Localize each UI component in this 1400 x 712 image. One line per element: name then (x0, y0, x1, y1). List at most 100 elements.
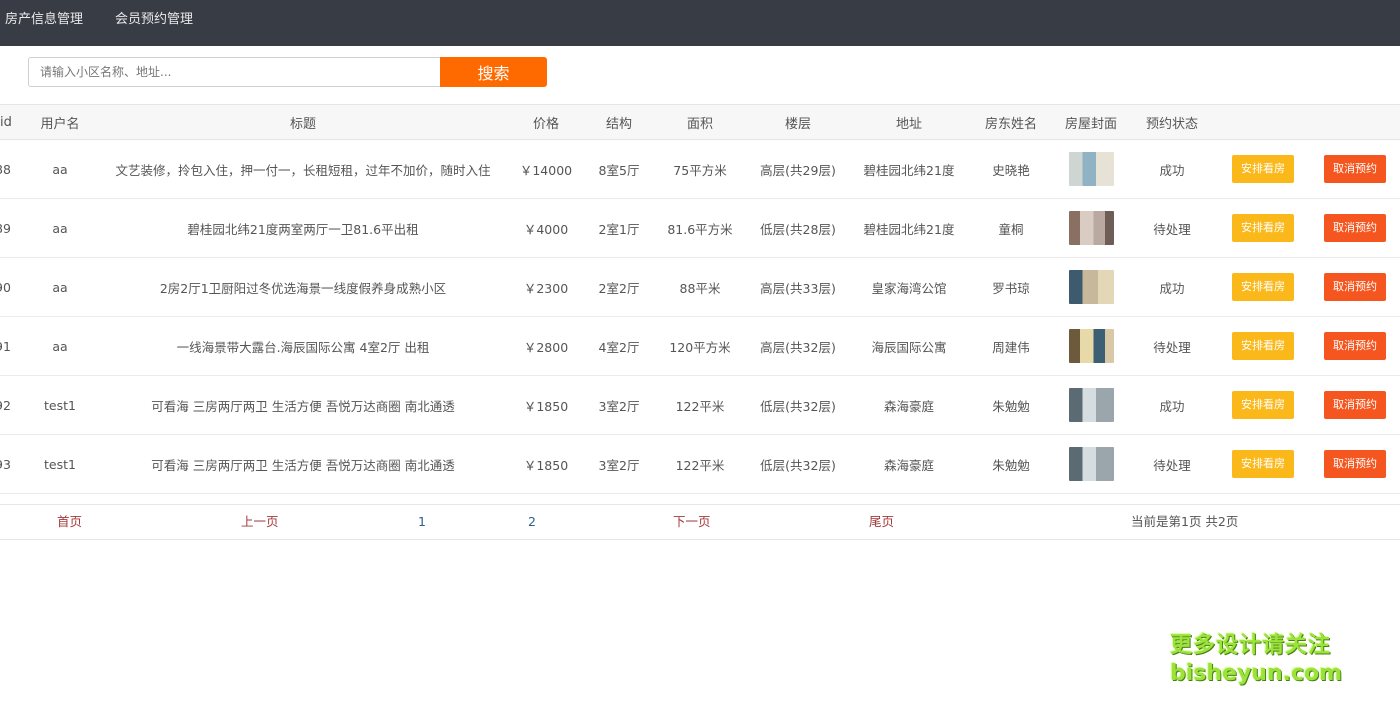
cell-username: aa (22, 198, 98, 258)
cell-price: ￥1850 (508, 434, 584, 494)
cell-title: 碧桂园北纬21度两室两厅一卫81.6平出租 (98, 198, 508, 258)
header-landlord: 房东姓名 (968, 104, 1054, 140)
cell-arrange: 安排看房 (1216, 434, 1310, 494)
arrange-viewing-button[interactable]: 安排看房 (1232, 214, 1294, 242)
cell-address: 森海豪庭 (850, 434, 968, 494)
cell-area: 88平米 (654, 257, 746, 317)
header-username: 用户名 (22, 104, 98, 140)
header-status: 预约状态 (1128, 104, 1216, 140)
header-id: id (0, 104, 22, 140)
cell-cover (1054, 434, 1128, 494)
cancel-booking-button[interactable]: 取消预约 (1324, 273, 1386, 301)
cell-address: 森海豪庭 (850, 375, 968, 435)
cell-floor: 高层(共32层) (746, 316, 850, 376)
arrange-viewing-button[interactable]: 安排看房 (1232, 332, 1294, 360)
pager-info: 当前是第1页 共2页 (1131, 514, 1239, 529)
header-action-arrange (1216, 104, 1310, 140)
table-row: 89 aa 碧桂园北纬21度两室两厅一卫81.6平出租 ￥4000 2室1厅 8… (0, 198, 1400, 258)
cell-cancel: 取消预约 (1310, 434, 1400, 494)
nav-item-property-management[interactable]: 房产信息管理 (5, 0, 83, 46)
cancel-booking-button[interactable]: 取消预约 (1324, 450, 1386, 478)
table-row: 92 test1 可看海 三房两厅两卫 生活方便 吾悦万达商圈 南北通透 ￥18… (0, 375, 1400, 435)
cell-price: ￥1850 (508, 375, 584, 435)
arrange-viewing-button[interactable]: 安排看房 (1232, 273, 1294, 301)
pager-last-link[interactable]: 尾页 (869, 505, 894, 539)
cell-cover (1054, 139, 1128, 199)
house-cover-image (1068, 329, 1114, 363)
cell-floor: 低层(共32层) (746, 434, 850, 494)
cell-cancel: 取消预约 (1310, 139, 1400, 199)
house-cover-image (1068, 388, 1114, 422)
cell-id: 88 (0, 139, 22, 199)
cell-arrange: 安排看房 (1216, 198, 1310, 258)
cell-layout: 3室2厅 (584, 434, 654, 494)
cell-cover (1054, 198, 1128, 258)
pager-page-1-link[interactable]: 1 (418, 505, 426, 539)
cell-layout: 3室2厅 (584, 375, 654, 435)
cell-id: 92 (0, 375, 22, 435)
cell-floor: 低层(共28层) (746, 198, 850, 258)
watermark: 更多设计请关注 bisheyun.com (1170, 632, 1343, 688)
cell-title: 一线海景带大露台.海辰国际公寓 4室2厅 出租 (98, 316, 508, 376)
watermark-line-2: bisheyun.com (1170, 661, 1343, 686)
house-cover-image (1068, 447, 1114, 481)
cancel-booking-button[interactable]: 取消预约 (1324, 332, 1386, 360)
cell-price: ￥14000 (508, 139, 584, 199)
pager-page-2-link[interactable]: 2 (528, 505, 536, 539)
cancel-booking-button[interactable]: 取消预约 (1324, 391, 1386, 419)
cell-title: 2房2厅1卫厨阳过冬优选海景一线度假养身成熟小区 (98, 257, 508, 317)
cell-address: 海辰国际公寓 (850, 316, 968, 376)
pager-first-link[interactable]: 首页 (57, 505, 82, 539)
cell-landlord: 朱勉勉 (968, 434, 1054, 494)
cell-floor: 低层(共32层) (746, 375, 850, 435)
cell-layout: 2室1厅 (584, 198, 654, 258)
cell-username: aa (22, 316, 98, 376)
pager-next-link[interactable]: 下一页 (673, 505, 711, 539)
cell-cover (1054, 375, 1128, 435)
booking-table: id 用户名 标题 价格 结构 面积 楼层 地址 房东姓名 房屋封面 预约状态 … (0, 104, 1400, 494)
cancel-booking-button[interactable]: 取消预约 (1324, 155, 1386, 183)
cell-landlord: 周建伟 (968, 316, 1054, 376)
cell-area: 81.6平方米 (654, 198, 746, 258)
cell-price: ￥4000 (508, 198, 584, 258)
cell-area: 75平方米 (654, 139, 746, 199)
search-input[interactable] (28, 57, 442, 87)
nav-item-member-booking-management[interactable]: 会员预约管理 (115, 0, 193, 46)
pager-prev-link[interactable]: 上一页 (241, 505, 279, 539)
header-title: 标题 (98, 104, 508, 140)
cell-username: aa (22, 139, 98, 199)
house-cover-image (1068, 152, 1114, 186)
cell-username: aa (22, 257, 98, 317)
cell-arrange: 安排看房 (1216, 375, 1310, 435)
cell-username: test1 (22, 434, 98, 494)
cell-status: 待处理 (1128, 316, 1216, 376)
cell-cover (1054, 316, 1128, 376)
cell-username: test1 (22, 375, 98, 435)
cell-landlord: 朱勉勉 (968, 375, 1054, 435)
arrange-viewing-button[interactable]: 安排看房 (1232, 155, 1294, 183)
arrange-viewing-button[interactable]: 安排看房 (1232, 450, 1294, 478)
table-row: 88 aa 文艺装修，拎包入住，押一付一，长租短租，过年不加价，随时入住 ￥14… (0, 139, 1400, 199)
cell-address: 皇家海湾公馆 (850, 257, 968, 317)
cell-status: 待处理 (1128, 198, 1216, 258)
cell-id: 91 (0, 316, 22, 376)
header-address: 地址 (850, 104, 968, 140)
cell-title: 可看海 三房两厅两卫 生活方便 吾悦万达商圈 南北通透 (98, 434, 508, 494)
table-row: 93 test1 可看海 三房两厅两卫 生活方便 吾悦万达商圈 南北通透 ￥18… (0, 434, 1400, 494)
cell-landlord: 罗书琼 (968, 257, 1054, 317)
pagination-bar: 首页 上一页 1 2 下一页 尾页 当前是第1页 共2页 (0, 504, 1400, 540)
cell-id: 89 (0, 198, 22, 258)
header-action-cancel (1310, 104, 1400, 140)
table-row: 90 aa 2房2厅1卫厨阳过冬优选海景一线度假养身成熟小区 ￥2300 2室2… (0, 257, 1400, 317)
search-button[interactable]: 搜索 (440, 57, 547, 87)
cell-landlord: 童桐 (968, 198, 1054, 258)
cell-floor: 高层(共33层) (746, 257, 850, 317)
cell-title: 文艺装修，拎包入住，押一付一，长租短租，过年不加价，随时入住 (98, 139, 508, 199)
cell-floor: 高层(共29层) (746, 139, 850, 199)
cell-landlord: 史晓艳 (968, 139, 1054, 199)
cancel-booking-button[interactable]: 取消预约 (1324, 214, 1386, 242)
cell-area: 122平米 (654, 434, 746, 494)
cell-status: 成功 (1128, 375, 1216, 435)
cell-arrange: 安排看房 (1216, 139, 1310, 199)
arrange-viewing-button[interactable]: 安排看房 (1232, 391, 1294, 419)
